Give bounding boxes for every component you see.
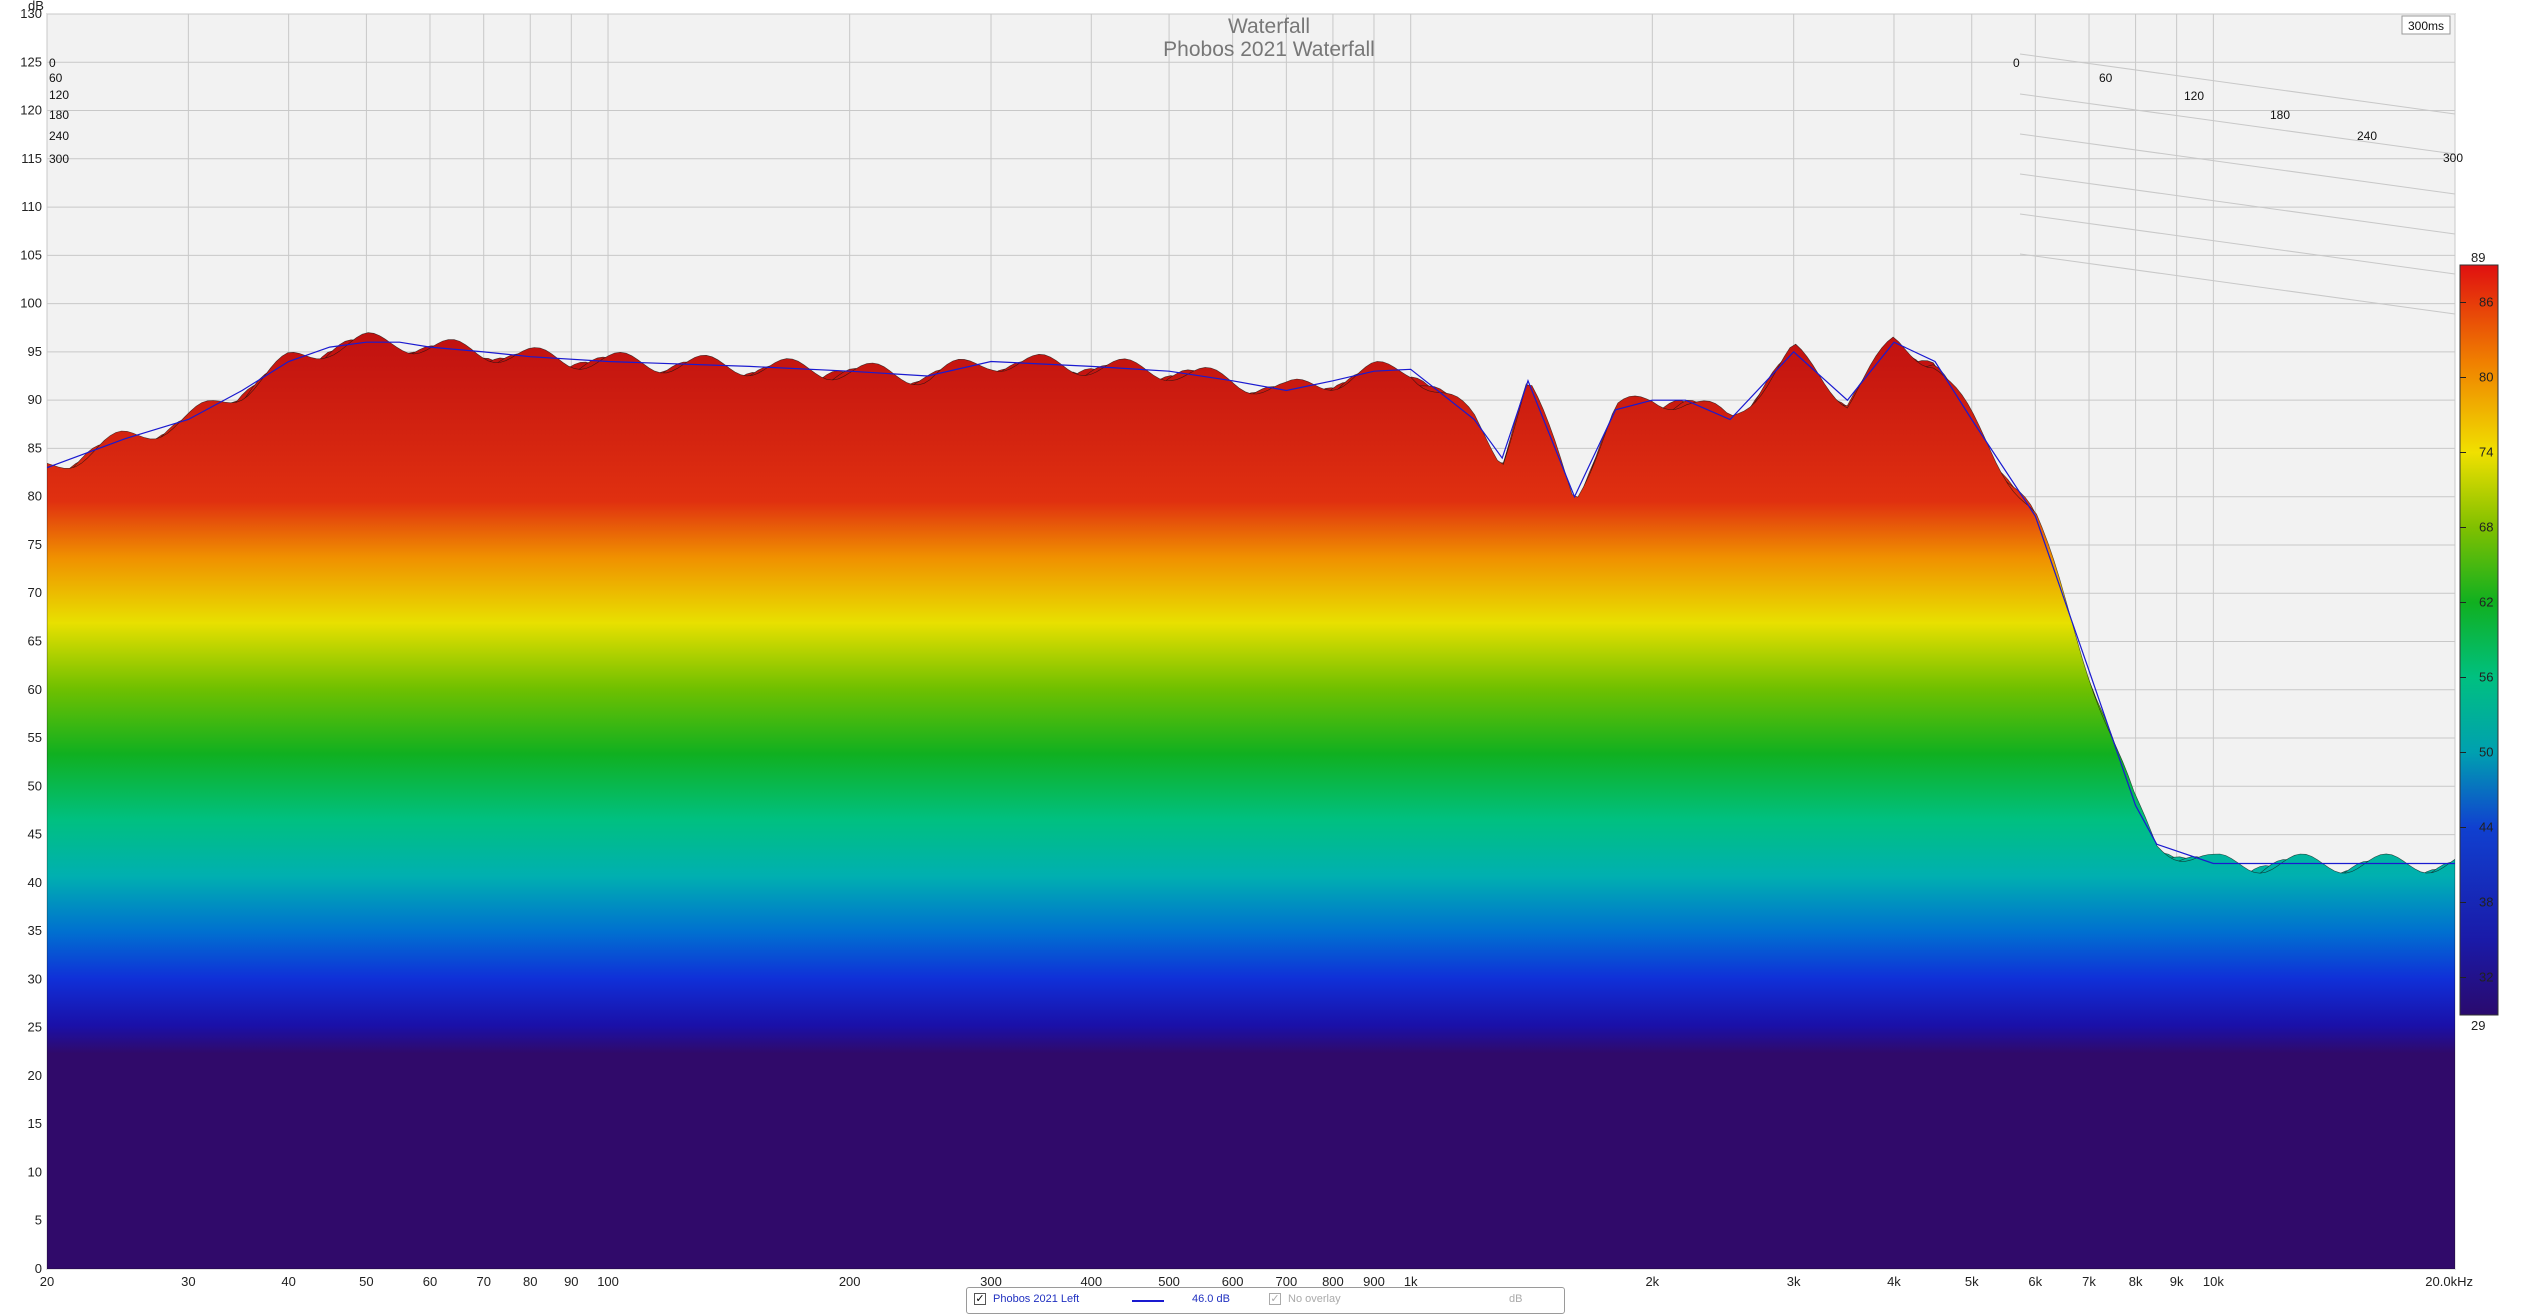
y-tick-label: 65 <box>28 634 42 649</box>
chart-title: Waterfall <box>1228 15 1310 38</box>
y-tick-label: 40 <box>28 875 42 890</box>
y-tick-label: 115 <box>21 151 42 166</box>
time-tick-label: 240 <box>2357 129 2377 143</box>
colorbar-tick-label: 68 <box>2479 520 2493 535</box>
colorbar-tick-label: 44 <box>2479 820 2493 835</box>
overlay-checkbox[interactable]: ✓ <box>1269 1293 1281 1305</box>
series-level: 46.0 dB <box>1192 1293 1230 1305</box>
y-tick-label: 70 <box>28 585 42 600</box>
series-line-swatch <box>1132 1300 1164 1302</box>
colorbar-tick-label: 32 <box>2479 970 2493 985</box>
waterfall-chart: 0 5 10 15 20 25 30 35 40 45 50 55 60 65 70 75 80 85 90 95 10… <box>20 0 2499 1289</box>
colorbar-max-label: 89 <box>2471 250 2485 265</box>
x-tick-label: 30 <box>181 1274 195 1289</box>
y-tick-label: 30 <box>28 971 42 986</box>
time-tick-label: 60 <box>2099 71 2113 85</box>
series-name: Phobos 2021 Left <box>993 1293 1080 1305</box>
y-tick-label: 80 <box>28 489 42 504</box>
y-tick-label: 50 <box>28 778 42 793</box>
y-tick-label: 85 <box>28 440 42 455</box>
series-checkbox[interactable]: ✓ <box>974 1293 986 1305</box>
colorbar-tick-label: 50 <box>2479 745 2493 760</box>
time-tick-label-left: 180 <box>49 108 69 122</box>
x-tick-label: 3k <box>1787 1274 1801 1289</box>
y-tick-label: 120 <box>20 103 42 118</box>
x-tick-label: 9k <box>2170 1274 2184 1289</box>
y-tick-label: 125 <box>20 54 42 69</box>
time-tick-label: 300 <box>2443 151 2463 165</box>
x-tick-label: 40 <box>281 1274 295 1289</box>
y-tick-label: 5 <box>35 1213 42 1228</box>
time-tick-label: 180 <box>2270 108 2290 122</box>
time-tick-label-left: 240 <box>49 129 69 143</box>
y-tick-label: 35 <box>28 923 42 938</box>
y-tick-label: 20 <box>28 1068 42 1083</box>
y-tick-label: 45 <box>28 827 42 842</box>
y-unit-label: dB <box>28 0 44 13</box>
x-tick-label: 5k <box>1965 1274 1979 1289</box>
overlay-label: No overlay <box>1288 1293 1341 1305</box>
x-tick-label: 7k <box>2082 1274 2096 1289</box>
colorbar-tick-label: 38 <box>2479 895 2493 910</box>
y-tick-label: 60 <box>28 682 42 697</box>
colorbar: 89 29 32 38 44 50 56 62 68 74 80 86 <box>2459 250 2499 1033</box>
x-tick-label: 8k <box>2129 1274 2143 1289</box>
chart-subtitle: Phobos 2021 Waterfall <box>1163 38 1375 61</box>
x-tick-label: 60 <box>423 1274 437 1289</box>
x-tick-label: 10k <box>2203 1274 2224 1289</box>
time-tick-label-left: 120 <box>49 88 69 102</box>
x-tick-label: 50 <box>359 1274 373 1289</box>
y-tick-label: 15 <box>28 1116 42 1131</box>
x-tick-label: 70 <box>476 1274 490 1289</box>
time-tick-label-left: 60 <box>49 71 63 85</box>
y-tick-label: 105 <box>20 247 42 262</box>
x-tick-label: 2k <box>1645 1274 1659 1289</box>
x-tick-label: 20.0kHz <box>2425 1274 2473 1289</box>
x-tick-label: 4k <box>1887 1274 1901 1289</box>
time-tick-label-left: 300 <box>49 152 69 166</box>
y-tick-label: 90 <box>28 392 42 407</box>
time-label: 300ms <box>2408 19 2444 33</box>
time-tick-label: 0 <box>2013 56 2020 70</box>
y-tick-label: 10 <box>28 1164 42 1179</box>
x-tick-label: 100 <box>597 1274 619 1289</box>
x-tick-label: 90 <box>564 1274 578 1289</box>
y-tick-label: 25 <box>28 1020 42 1035</box>
x-tick-label: 6k <box>2028 1274 2042 1289</box>
y-tick-label: 55 <box>28 730 42 745</box>
time-tick-label: 120 <box>2184 89 2204 103</box>
x-tick-label: 80 <box>523 1274 537 1289</box>
colorbar-tick-label: 74 <box>2479 445 2493 460</box>
colorbar-tick-label: 80 <box>2479 370 2493 385</box>
colorbar-tick-label: 62 <box>2479 595 2493 610</box>
y-tick-label: 110 <box>21 199 42 214</box>
overlay-unit: dB <box>1509 1293 1523 1305</box>
x-tick-label: 200 <box>839 1274 861 1289</box>
time-tick-label-left: 0 <box>49 56 56 70</box>
colorbar-min-label: 29 <box>2471 1018 2485 1033</box>
x-tick-label: 20 <box>40 1274 54 1289</box>
y-tick-label: 75 <box>28 537 42 552</box>
y-tick-label: 95 <box>28 344 42 359</box>
colorbar-tick-label: 56 <box>2479 670 2493 685</box>
colorbar-tick-label: 86 <box>2479 295 2493 310</box>
y-tick-label: 100 <box>20 296 42 311</box>
y-axis: 0510152025303540455055606570758085909510… <box>20 6 42 1276</box>
